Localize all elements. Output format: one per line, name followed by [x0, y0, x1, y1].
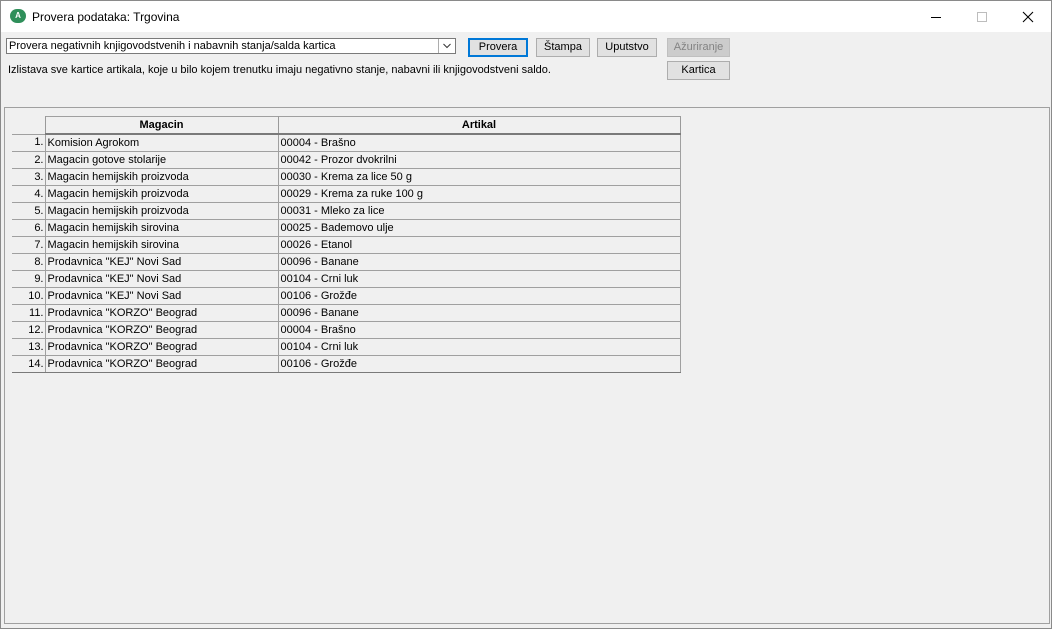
magacin-cell[interactable]: Prodavnica "KORZO" Beograd: [44, 321, 279, 339]
row-number-cell[interactable]: 13.: [12, 338, 46, 356]
artikal-cell[interactable]: 00106 - Grožđe: [277, 355, 681, 373]
magacin-cell[interactable]: Magacin hemijskih proizvoda: [44, 185, 279, 203]
check-description: Izlistava sve kartice artikala, koje u b…: [8, 64, 551, 76]
artikal-cell[interactable]: 00004 - Brašno: [277, 321, 681, 339]
row-number-cell[interactable]: 10.: [12, 287, 46, 305]
column-header-magacin[interactable]: Magacin: [44, 116, 279, 135]
window-title: Provera podataka: Trgovina: [32, 10, 180, 24]
row-number-cell[interactable]: 8.: [12, 253, 46, 271]
magacin-cell[interactable]: Magacin gotove stolarije: [44, 151, 279, 169]
table-row[interactable]: 4. Magacin hemijskih proizvoda 00029 - Kre…: [12, 185, 681, 203]
minimize-icon: [931, 17, 941, 18]
artikal-cell[interactable]: 00029 - Krema za ruke 100 g: [277, 185, 681, 203]
row-number-cell[interactable]: 7.: [12, 236, 46, 254]
check-type-select[interactable]: Provera negativnih knjigovodstvenih i na…: [6, 38, 456, 54]
table-row[interactable]: 10. Prodavnica "KEJ" Novi Sad 00106 - Grož…: [12, 287, 681, 305]
row-number-header: [12, 116, 46, 135]
table-row[interactable]: 14. Prodavnica "KORZO" Beograd 00106 - Gro…: [12, 355, 681, 373]
magacin-cell[interactable]: Magacin hemijskih sirovina: [44, 219, 279, 237]
maximize-icon: [977, 12, 987, 22]
app-logo-icon: A: [10, 9, 26, 23]
row-number-cell[interactable]: 14.: [12, 355, 46, 373]
row-number-cell[interactable]: 3.: [12, 168, 46, 186]
instructions-button[interactable]: Uputstvo: [597, 38, 657, 57]
table-row[interactable]: 2. Magacin gotove stolarije 00042 - Prozor…: [12, 151, 681, 169]
results-panel: Magacin Artikal 1. Komision Agrokom 00004 …: [4, 107, 1050, 624]
close-icon: [1022, 11, 1034, 23]
artikal-cell[interactable]: 00096 - Banane: [277, 253, 681, 271]
table-row[interactable]: 3. Magacin hemijskih proizvoda 00030 - Kre…: [12, 168, 681, 186]
close-button[interactable]: [1005, 1, 1051, 32]
chevron-down-icon: [443, 43, 451, 49]
artikal-cell[interactable]: 00042 - Prozor dvokrilni: [277, 151, 681, 169]
provera-button[interactable]: Provera: [468, 38, 528, 57]
magacin-cell[interactable]: Prodavnica "KEJ" Novi Sad: [44, 287, 279, 305]
dropdown-button[interactable]: [438, 39, 455, 53]
artikal-cell[interactable]: 00106 - Grožđe: [277, 287, 681, 305]
table-row[interactable]: 7. Magacin hemijskih sirovina 00026 - Etan…: [12, 236, 681, 254]
table-row[interactable]: 9. Prodavnica "KEJ" Novi Sad 00104 - Crni …: [12, 270, 681, 288]
row-number-cell[interactable]: 1.: [12, 133, 46, 152]
magacin-cell[interactable]: Prodavnica "KORZO" Beograd: [44, 304, 279, 322]
artikal-cell[interactable]: 00004 - Brašno: [277, 133, 681, 152]
magacin-cell[interactable]: Prodavnica "KEJ" Novi Sad: [44, 270, 279, 288]
magacin-cell[interactable]: Magacin hemijskih proizvoda: [44, 202, 279, 220]
table-row[interactable]: 11. Prodavnica "KORZO" Beograd 00096 - Ban…: [12, 304, 681, 322]
check-type-value: Provera negativnih knjigovodstvenih i na…: [9, 40, 336, 52]
row-number-cell[interactable]: 12.: [12, 321, 46, 339]
card-button[interactable]: Kartica: [667, 61, 730, 80]
main-window: A Provera podataka: Trgovina Provera neg…: [0, 0, 1052, 629]
update-button[interactable]: Ažuriranje: [667, 38, 730, 57]
artikal-cell[interactable]: 00025 - Bademovo ulje: [277, 219, 681, 237]
maximize-button[interactable]: [959, 1, 1005, 32]
row-number-cell[interactable]: 6.: [12, 219, 46, 237]
magacin-cell[interactable]: Magacin hemijskih sirovina: [44, 236, 279, 254]
row-number-cell[interactable]: 11.: [12, 304, 46, 322]
title-bar[interactable]: A Provera podataka: Trgovina: [1, 1, 1051, 32]
magacin-cell[interactable]: Prodavnica "KORZO" Beograd: [44, 355, 279, 373]
magacin-cell[interactable]: Prodavnica "KEJ" Novi Sad: [44, 253, 279, 271]
row-number-cell[interactable]: 2.: [12, 151, 46, 169]
artikal-cell[interactable]: 00096 - Banane: [277, 304, 681, 322]
artikal-cell[interactable]: 00026 - Etanol: [277, 236, 681, 254]
artikal-cell[interactable]: 00104 - Crni luk: [277, 270, 681, 288]
magacin-cell[interactable]: Prodavnica "KORZO" Beograd: [44, 338, 279, 356]
artikal-cell[interactable]: 00104 - Crni luk: [277, 338, 681, 356]
print-button[interactable]: Štampa: [536, 38, 590, 57]
artikal-cell[interactable]: 00031 - Mleko za lice: [277, 202, 681, 220]
table-row[interactable]: 13. Prodavnica "KORZO" Beograd 00104 - Crn…: [12, 338, 681, 356]
row-number-cell[interactable]: 5.: [12, 202, 46, 220]
minimize-button[interactable]: [913, 1, 959, 32]
table-row[interactable]: 8. Prodavnica "KEJ" Novi Sad 00096 - Banan…: [12, 253, 681, 271]
artikal-cell[interactable]: 00030 - Krema za lice 50 g: [277, 168, 681, 186]
table-header-row: Magacin Artikal: [12, 116, 681, 135]
table-row[interactable]: 12. Prodavnica "KORZO" Beograd 00004 - Bra…: [12, 321, 681, 339]
magacin-cell[interactable]: Komision Agrokom: [44, 133, 279, 152]
row-number-cell[interactable]: 4.: [12, 185, 46, 203]
magacin-cell[interactable]: Magacin hemijskih proizvoda: [44, 168, 279, 186]
table-row[interactable]: 6. Magacin hemijskih sirovina 00025 - Bade…: [12, 219, 681, 237]
column-header-artikal[interactable]: Artikal: [277, 116, 681, 135]
results-table: Magacin Artikal 1. Komision Agrokom 00004 …: [12, 116, 681, 373]
row-number-cell[interactable]: 9.: [12, 270, 46, 288]
table-row[interactable]: 1. Komision Agrokom 00004 - Brašno: [12, 133, 681, 152]
table-row[interactable]: 5. Magacin hemijskih proizvoda 00031 - Mle…: [12, 202, 681, 220]
